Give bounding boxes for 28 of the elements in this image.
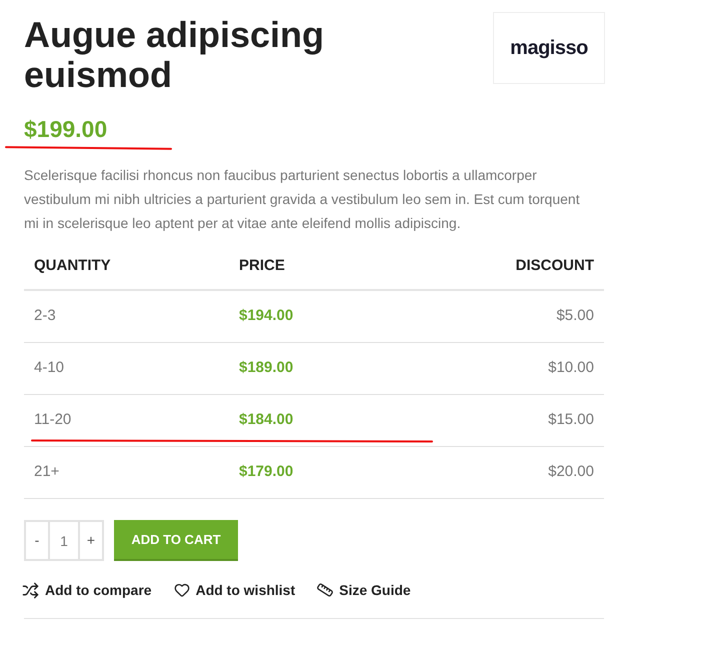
action-link[interactable]: Add to compare [45, 580, 152, 600]
table-cell-text: 4-10 [34, 358, 66, 378]
increase-button[interactable]: + [80, 520, 104, 561]
column-header: QUANTITY [34, 256, 112, 276]
table-cell-text: $194.00 [239, 306, 294, 326]
table-cell-text: 11-20 [34, 410, 72, 430]
table-cell-text: $15.00 [547, 410, 594, 430]
table-cell-text: $184.00 [239, 410, 294, 430]
product-title: Augue adipiscing euismod [24, 15, 326, 95]
product-description: Scelerisque facilisi rhoncus non faucibus parturient senectus lobortis a ullamcorper vestibulum mi nibh ultricies a parturient gravida a vestibulum leo sem in. Est cum torquent mi in scelerisque leo aptent per at vitae ante eleifend mollis adipiscing. [24, 166, 581, 233]
action-link[interactable]: Size Guide [339, 580, 411, 600]
brand-logo[interactable]: magisso [493, 12, 605, 84]
table-cell-text: $179.00 [239, 462, 294, 482]
table-cell-text: $10.00 [547, 358, 594, 378]
table-cell-text: 21+ [34, 462, 60, 482]
quantity-field[interactable]: 1 [48, 520, 80, 561]
table-cell-text: $20.00 [547, 462, 594, 482]
product-price: $199.00 [24, 115, 108, 144]
table-cell-text: $5.00 [555, 306, 594, 326]
ruler-icon [316, 580, 335, 600]
decrease-button[interactable]: - [24, 520, 48, 561]
column-header: PRICE [239, 256, 286, 276]
column-header: DISCOUNT [514, 256, 594, 276]
heart-icon [174, 582, 190, 598]
table-cell-text: $189.00 [239, 358, 294, 378]
action-link[interactable]: Add to wishlist [196, 580, 296, 600]
shuffle-icon [22, 582, 39, 598]
table-cell-text: 2-3 [34, 306, 57, 326]
